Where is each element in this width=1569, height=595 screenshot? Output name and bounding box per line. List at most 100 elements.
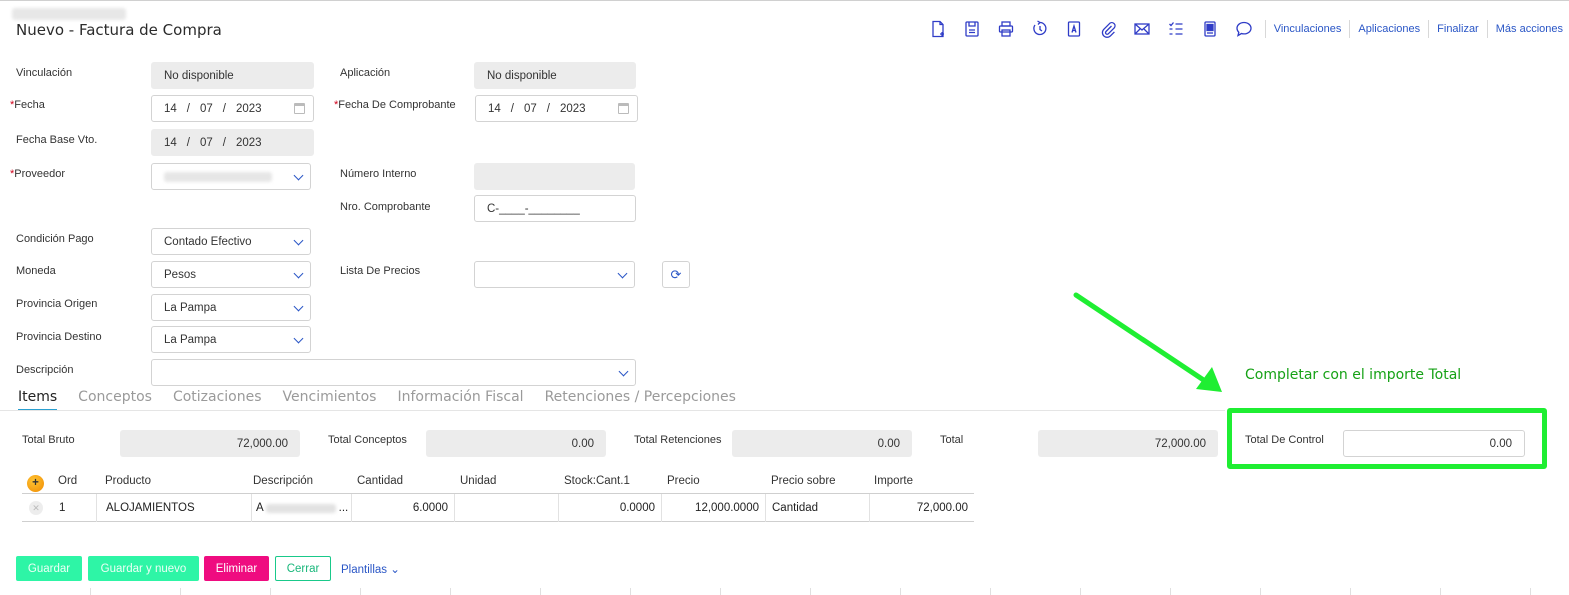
proveedor-label: *Proveedor (10, 168, 66, 180)
vinculaciones-link[interactable]: Vinculaciones (1264, 20, 1350, 38)
col-ord[interactable]: Ord (58, 475, 77, 487)
save-and-new-button[interactable]: Guardar y nuevo (88, 556, 199, 581)
cell-stock[interactable]: 0.0000 (559, 494, 662, 522)
aplicaciones-link[interactable]: Aplicaciones (1349, 20, 1428, 38)
chevron-down-icon[interactable] (293, 333, 304, 344)
chevron-down-icon[interactable] (293, 170, 304, 181)
templates-dropdown[interactable]: Plantillas ⌄ (341, 562, 400, 576)
fecha-comprobante-label: *Fecha De Comprobante (334, 99, 456, 111)
cell-ord[interactable]: 1 (52, 494, 97, 522)
tab-conceptos[interactable]: Conceptos (78, 389, 152, 411)
col-unidad[interactable]: Unidad (460, 475, 496, 487)
chevron-down-icon[interactable] (293, 301, 304, 312)
save-icon[interactable] (955, 17, 989, 41)
chevron-down-icon: ⌄ (390, 564, 400, 576)
condicion-pago-select[interactable]: Contado Efectivo (151, 228, 311, 255)
proveedor-value (164, 171, 272, 182)
col-importe[interactable]: Importe (874, 475, 913, 487)
lista-precios-select[interactable] (474, 261, 635, 288)
tabs: Items Conceptos Cotizaciones Vencimiento… (18, 389, 757, 411)
total-control-input[interactable]: 0.00 (1343, 430, 1525, 457)
attachment-icon[interactable] (1091, 17, 1125, 41)
calendar-icon[interactable] (294, 103, 305, 114)
total-label: Total (940, 434, 964, 446)
fecha-comprobante-input[interactable]: 14/07/2023 (475, 95, 638, 122)
provincia-destino-select[interactable]: La Pampa (151, 326, 311, 353)
mas-acciones-link[interactable]: Más acciones (1486, 20, 1569, 38)
toolbar: Vinculaciones Aplicaciones Finalizar Más… (921, 15, 1569, 43)
provincia-origen-label: Provincia Origen (16, 298, 98, 310)
moneda-select[interactable]: Pesos (151, 261, 311, 288)
breadcrumb (12, 8, 126, 20)
items-grid: + Ord Producto Descripción Cantidad Unid… (22, 470, 974, 522)
close-button[interactable]: Cerrar (275, 556, 331, 581)
total-bruto-field: 72,000.00 (120, 430, 300, 457)
save-button[interactable]: Guardar (16, 556, 82, 581)
fecha-label: *Fecha (10, 99, 45, 111)
col-stock[interactable]: Stock:Cant.1 (564, 475, 630, 487)
tab-cotizaciones[interactable]: Cotizaciones (173, 389, 262, 411)
total-retenciones-field: 0.00 (732, 430, 912, 457)
descripcion-label: Descripción (16, 364, 74, 376)
col-descripcion[interactable]: Descripción (253, 475, 313, 487)
nro-comprobante-label: Nro. Comprobante (340, 201, 431, 213)
vinculacion-field: No disponible (151, 62, 314, 89)
chevron-down-icon[interactable] (293, 268, 304, 279)
remove-row-icon[interactable]: ✕ (29, 501, 43, 515)
chevron-down-icon[interactable] (618, 366, 629, 377)
print-icon[interactable] (989, 17, 1023, 41)
col-precio[interactable]: Precio (667, 475, 700, 487)
refresh-icon: ⟳ (670, 266, 682, 282)
total-conceptos-field: 0.00 (426, 430, 606, 457)
fecha-base-label: Fecha Base Vto. (16, 134, 98, 146)
fecha-input[interactable]: 14/07/2023 (151, 95, 314, 122)
new-document-icon[interactable] (921, 17, 955, 41)
history-icon[interactable] (1023, 17, 1057, 41)
bottom-grid-ticks (0, 588, 1569, 595)
chevron-down-icon[interactable] (293, 235, 304, 246)
total-retenciones-label: Total Retenciones (634, 434, 722, 446)
provincia-origen-select[interactable]: La Pampa (151, 294, 311, 321)
page-title: Nuevo - Factura de Compra (16, 21, 222, 39)
fecha-base-field: 14/07/2023 (151, 129, 314, 156)
tab-vencimientos[interactable]: Vencimientos (283, 389, 377, 411)
total-field: 72,000.00 (1038, 430, 1218, 457)
cell-precio[interactable]: 12,000.0000 (662, 494, 766, 522)
cell-importe[interactable]: 72,000.00 (870, 494, 974, 522)
tab-items[interactable]: Items (18, 389, 58, 411)
aplicacion-field: No disponible (474, 62, 636, 89)
nro-comprobante-input[interactable]: C-____-________ (474, 195, 636, 222)
numero-interno-label: Número Interno (340, 168, 417, 180)
email-icon[interactable] (1125, 17, 1159, 41)
proveedor-select[interactable] (151, 163, 311, 190)
grid-header: + Ord Producto Descripción Cantidad Unid… (22, 470, 974, 494)
col-cantidad[interactable]: Cantidad (357, 475, 403, 487)
chevron-down-icon[interactable] (617, 268, 628, 279)
col-producto[interactable]: Producto (105, 475, 151, 487)
tab-informacion-fiscal[interactable]: Información Fiscal (397, 389, 523, 411)
pdf-icon[interactable] (1057, 17, 1091, 41)
comment-icon[interactable] (1227, 17, 1261, 41)
tab-retenciones-percepciones[interactable]: Retenciones / Percepciones (545, 389, 736, 411)
cell-descripcion[interactable]: A... (252, 494, 352, 522)
total-conceptos-label: Total Conceptos (328, 434, 407, 446)
delete-button[interactable]: Eliminar (204, 556, 269, 581)
finalizar-link[interactable]: Finalizar (1428, 20, 1487, 38)
refresh-button[interactable]: ⟳ (662, 261, 690, 288)
top-border (0, 0, 1569, 1)
add-row-button[interactable]: + (27, 475, 44, 492)
total-control-label: Total De Control (1245, 434, 1324, 446)
aplicacion-label: Aplicación (340, 67, 391, 79)
calendar-icon[interactable] (618, 103, 629, 114)
table-row[interactable]: ✕ 1 ALOJAMIENTOS A... 6.0000 0.0000 12,0… (22, 494, 974, 522)
lista-precios-label: Lista De Precios (340, 265, 421, 277)
checklist-icon[interactable] (1159, 17, 1193, 41)
col-precio-sobre[interactable]: Precio sobre (771, 475, 836, 487)
cell-cantidad[interactable]: 6.0000 (352, 494, 455, 522)
total-bruto-label: Total Bruto (22, 434, 75, 446)
descripcion-select[interactable] (151, 359, 636, 386)
cell-precio-sobre[interactable]: Cantidad (766, 494, 870, 522)
cell-producto[interactable]: ALOJAMIENTOS (97, 494, 252, 522)
document-icon[interactable] (1193, 17, 1227, 41)
cell-unidad[interactable] (455, 494, 559, 522)
